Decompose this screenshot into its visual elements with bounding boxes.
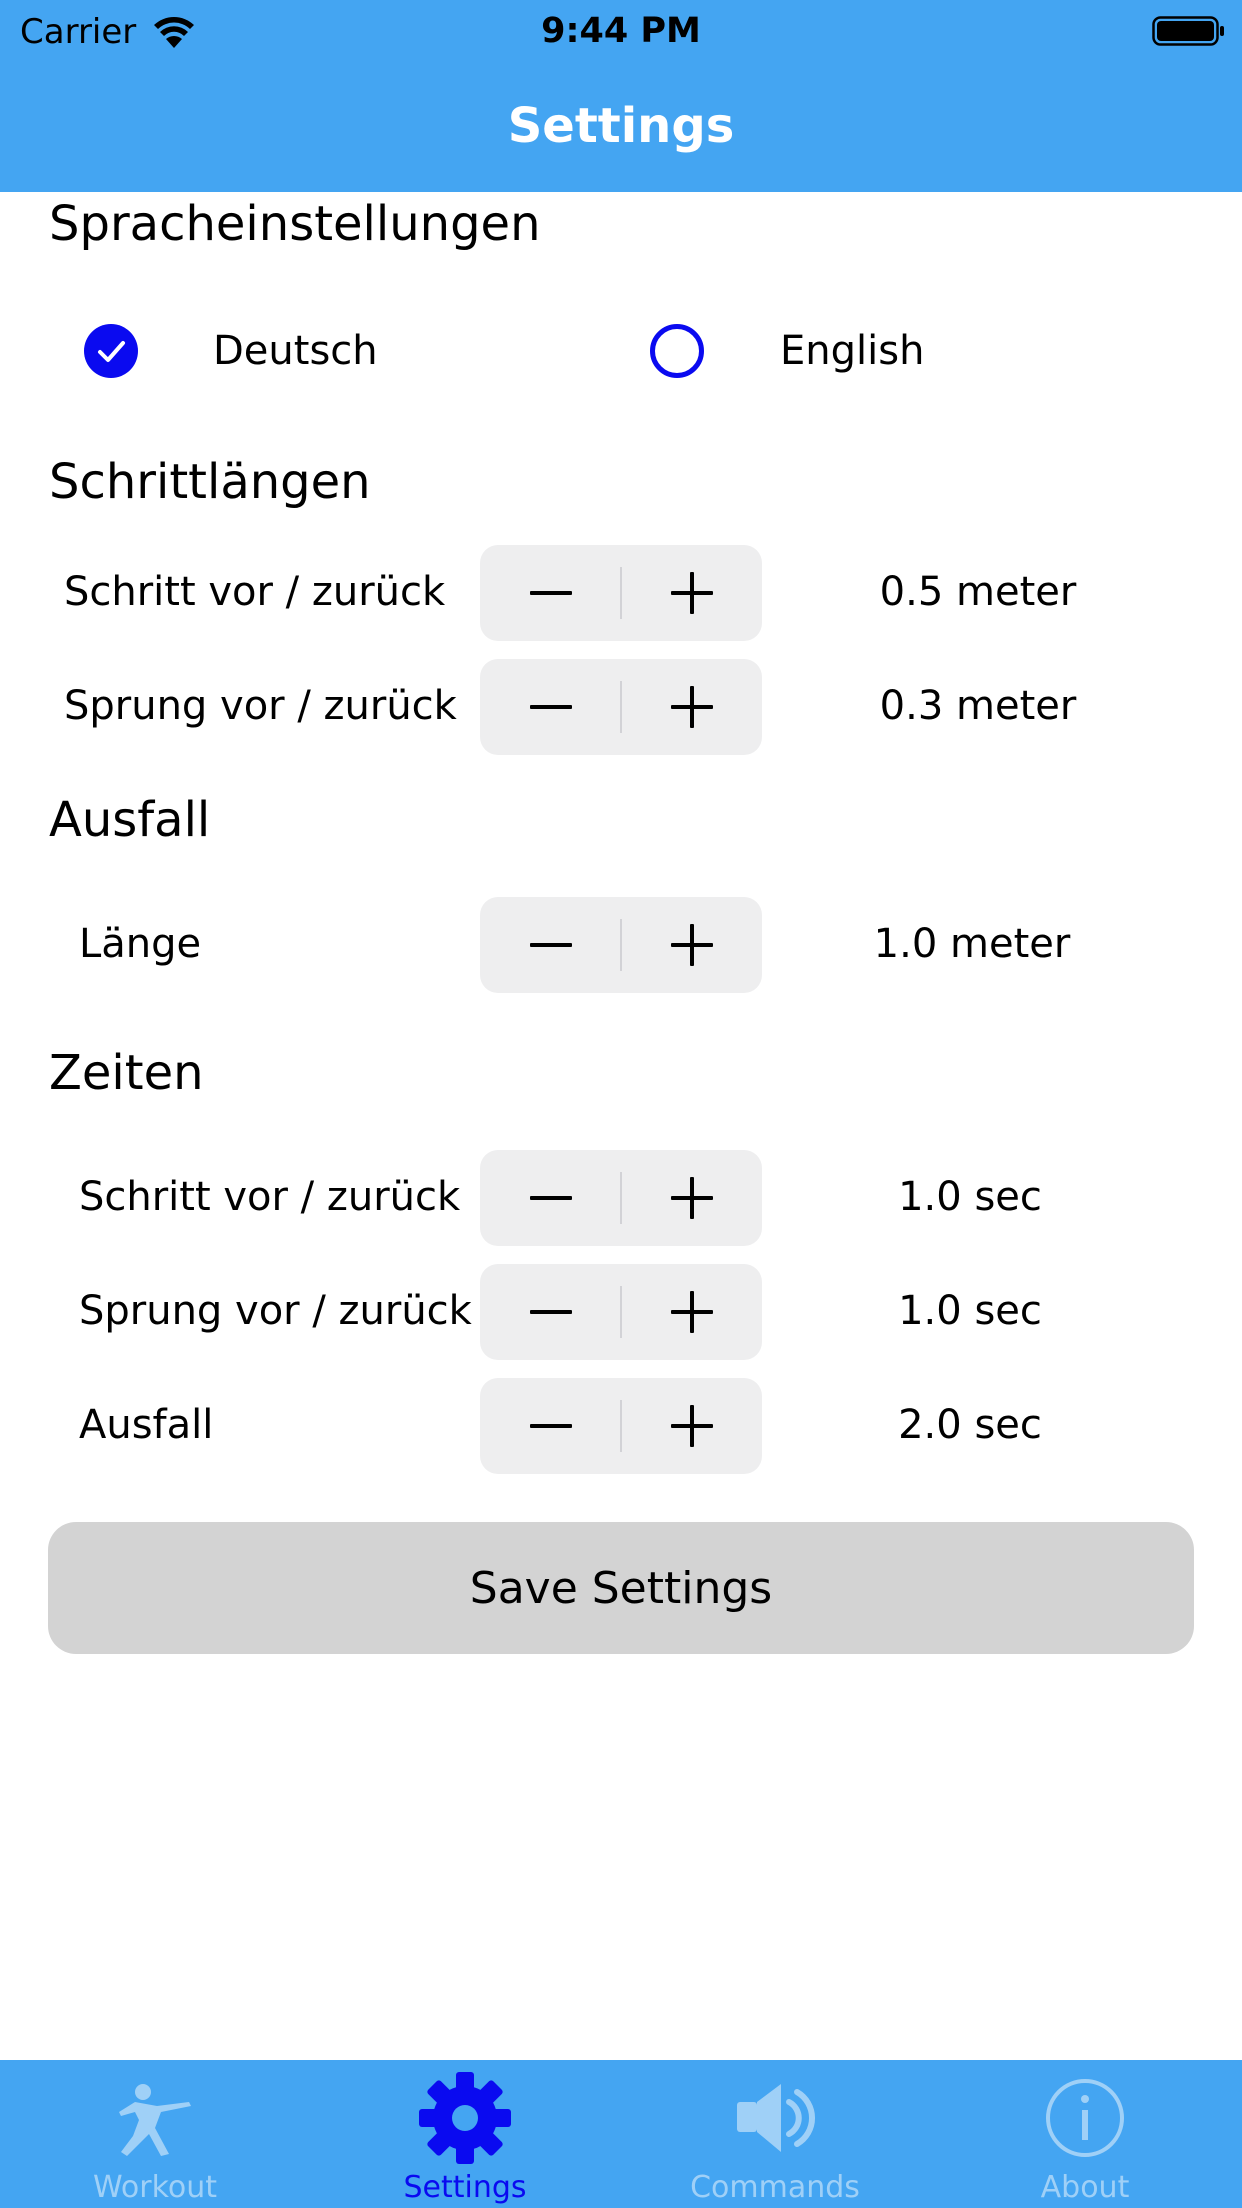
decrement-button[interactable] <box>480 1378 621 1474</box>
plus-icon <box>670 924 713 966</box>
lunge-length-label: Länge <box>79 921 202 967</box>
jump-time-stepper <box>480 1264 762 1360</box>
lunge-time-label: Ausfall <box>79 1402 214 1448</box>
lunge-section-title: Ausfall <box>49 792 211 848</box>
lunge-length-stepper <box>480 897 762 993</box>
lunge-time-stepper <box>480 1378 762 1474</box>
tab-workout[interactable]: Workout <box>0 2060 310 2208</box>
tab-bar: Workout Settings Commands About <box>0 2060 1242 2208</box>
status-time: 9:44 PM <box>541 11 701 51</box>
radio-label-english[interactable]: English <box>780 327 924 375</box>
step-time-stepper <box>480 1150 762 1246</box>
increment-button[interactable] <box>621 1150 762 1246</box>
increment-button[interactable] <box>621 1378 762 1474</box>
step-time-label: Schritt vor / zurück <box>79 1174 461 1220</box>
jump-time-label: Sprung vor / zurück <box>79 1288 472 1334</box>
jump-length-label: Sprung vor / zurück <box>64 683 457 729</box>
header: Carrier 9:44 PM Settings <box>0 0 1242 192</box>
jump-time-value: 1.0 sec <box>898 1288 1042 1334</box>
minus-icon <box>529 1310 572 1314</box>
lunge-time-value: 2.0 sec <box>898 1402 1042 1448</box>
decrement-button[interactable] <box>480 659 621 755</box>
radio-label-deutsch[interactable]: Deutsch <box>213 327 378 375</box>
plus-icon <box>670 686 713 728</box>
minus-icon <box>529 943 572 947</box>
tab-settings[interactable]: Settings <box>310 2060 620 2208</box>
lunge-length-value: 1.0 meter <box>873 921 1071 967</box>
radio-english[interactable] <box>650 324 704 378</box>
tab-label-about: About <box>1040 2170 1130 2205</box>
decrement-button[interactable] <box>480 1264 621 1360</box>
plus-icon <box>670 1291 713 1333</box>
plus-icon <box>670 572 713 614</box>
minus-icon <box>529 1196 572 1200</box>
increment-button[interactable] <box>621 545 762 641</box>
step-length-stepper <box>480 545 762 641</box>
tab-about[interactable]: About <box>930 2060 1240 2208</box>
speaker-icon <box>737 2084 816 2152</box>
info-icon <box>1046 2079 1124 2157</box>
tab-label-settings: Settings <box>403 2170 527 2205</box>
settings-screen: Carrier 9:44 PM Settings Spracheinstellu… <box>0 0 1242 2208</box>
save-settings-button[interactable]: Save Settings <box>48 1522 1194 1654</box>
jump-length-stepper <box>480 659 762 755</box>
increment-button[interactable] <box>621 897 762 993</box>
battery-icon <box>1152 16 1224 46</box>
gear-icon <box>419 2072 511 2164</box>
checkmark-icon <box>98 341 125 362</box>
tab-label-commands: Commands <box>690 2170 860 2205</box>
step-length-value: 0.5 meter <box>879 569 1077 615</box>
step-length-label: Schritt vor / zurück <box>64 569 446 615</box>
tab-commands[interactable]: Commands <box>620 2060 930 2208</box>
increment-button[interactable] <box>621 1264 762 1360</box>
jump-length-value: 0.3 meter <box>879 683 1077 729</box>
increment-button[interactable] <box>621 659 762 755</box>
step-time-value: 1.0 sec <box>898 1174 1042 1220</box>
radio-deutsch[interactable] <box>84 324 138 378</box>
language-section-title: Spracheinstellungen <box>49 196 541 252</box>
plus-icon <box>670 1405 713 1447</box>
decrement-button[interactable] <box>480 1150 621 1246</box>
decrement-button[interactable] <box>480 545 621 641</box>
minus-icon <box>529 591 572 595</box>
minus-icon <box>529 1424 572 1428</box>
plus-icon <box>670 1177 713 1219</box>
tab-label-workout: Workout <box>92 2170 218 2205</box>
minus-icon <box>529 705 572 709</box>
decrement-button[interactable] <box>480 897 621 993</box>
step-lengths-section-title: Schrittlängen <box>49 454 371 510</box>
times-section-title: Zeiten <box>49 1045 204 1101</box>
fencer-icon <box>119 2084 191 2156</box>
page-title: Settings <box>507 98 735 154</box>
